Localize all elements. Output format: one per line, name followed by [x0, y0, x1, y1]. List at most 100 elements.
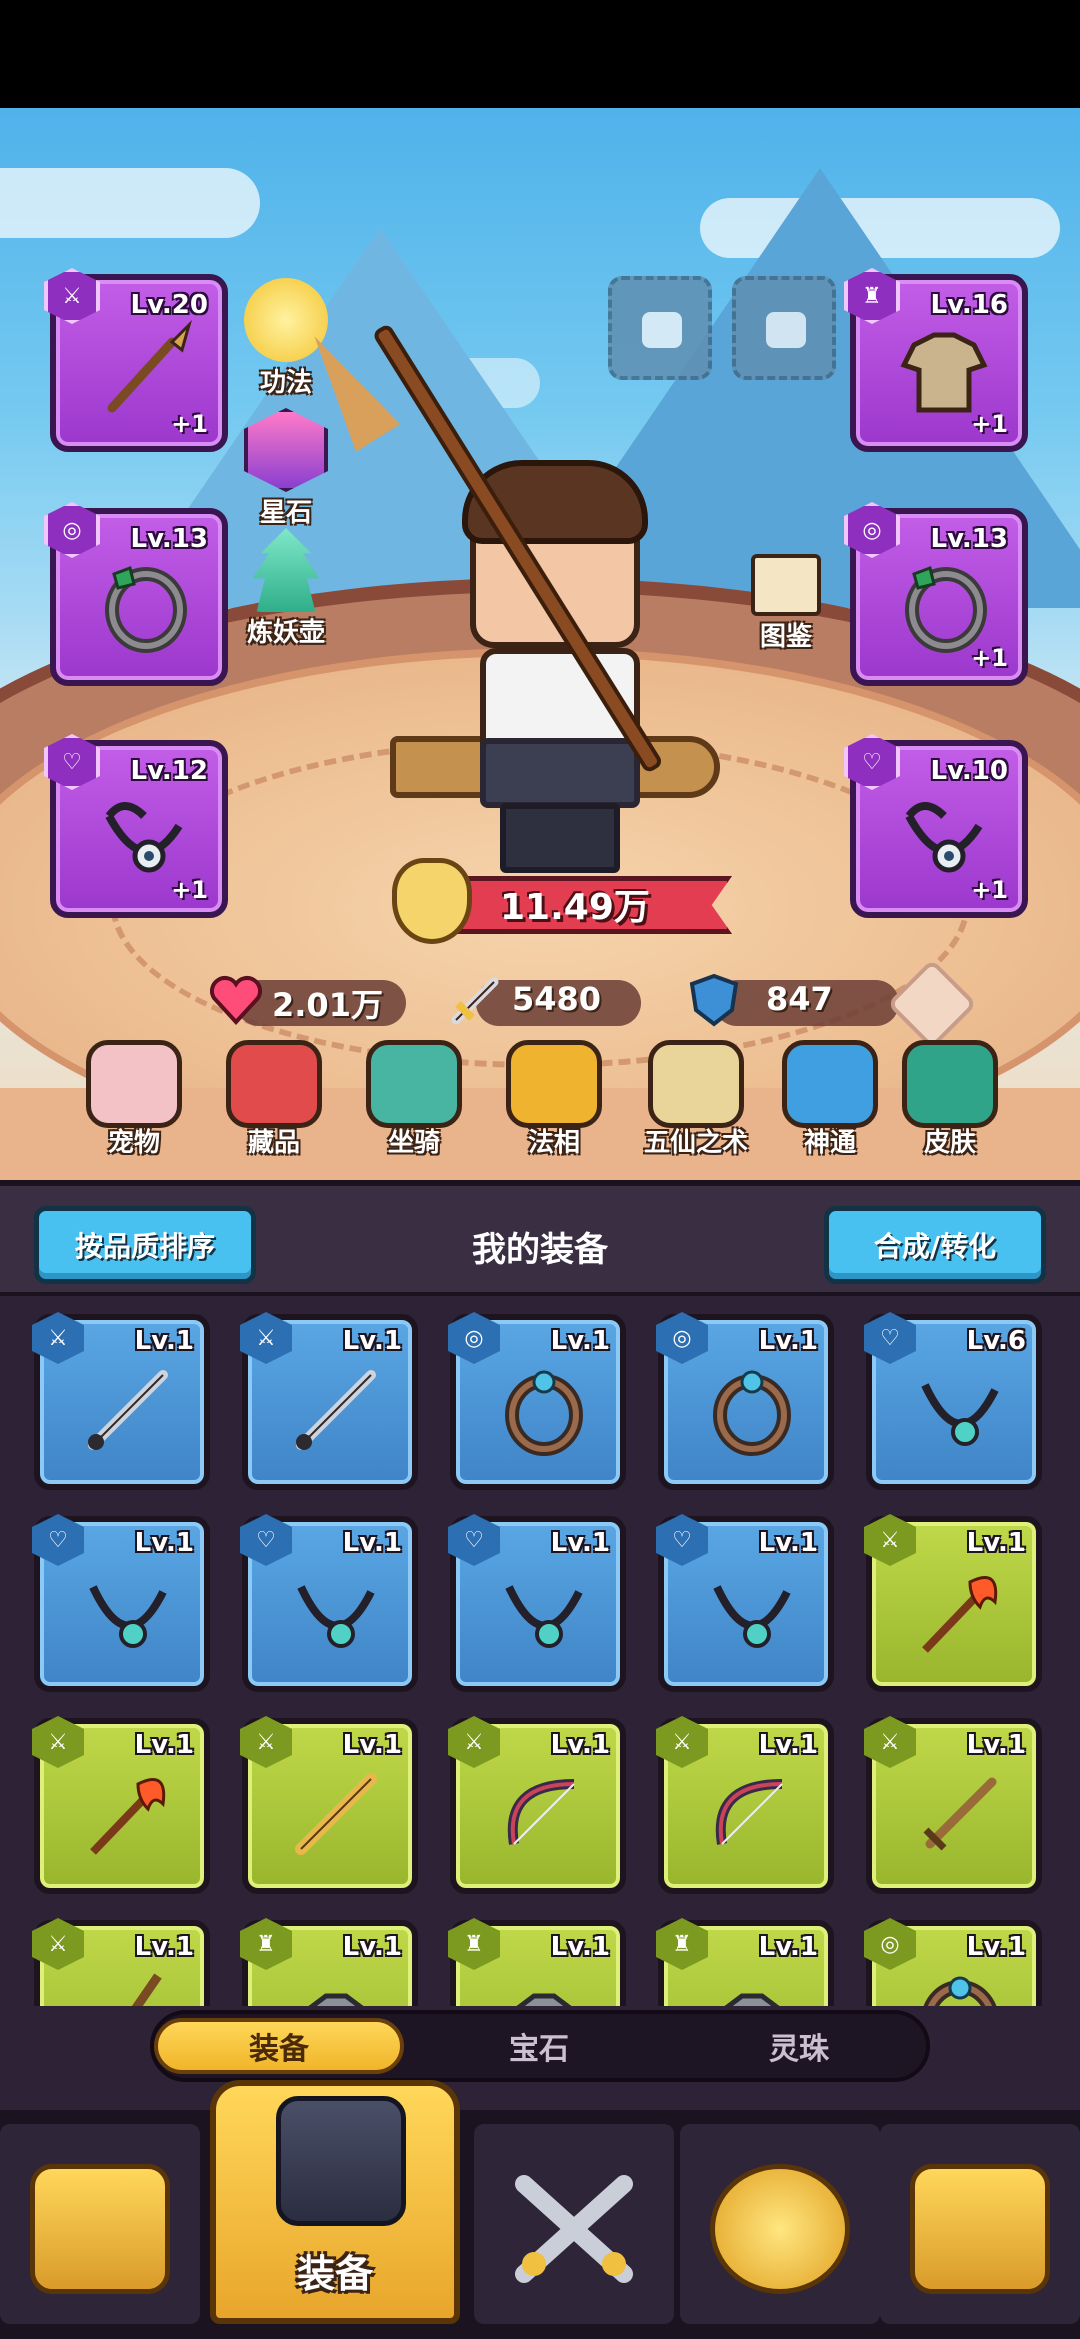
- star-stone-button[interactable]: 星石: [226, 408, 346, 529]
- quick-dharma[interactable]: 法相: [494, 1040, 614, 1159]
- star-stone-icon: [244, 408, 328, 492]
- inventory-item-flame-spear[interactable]: ⚔ Lv.1: [864, 1514, 1042, 1692]
- ring-icon: [105, 566, 187, 653]
- nav-shop[interactable]: [0, 2124, 200, 2324]
- pagoda-icon: [252, 528, 320, 612]
- inventory-item-flame-spear[interactable]: ⚔ Lv.1: [32, 1716, 210, 1894]
- necklace-icon: [297, 1585, 375, 1648]
- refine-pot-button[interactable]: 炼妖壶: [226, 528, 346, 649]
- inventory-item-ring[interactable]: ◎ Lv.1: [448, 1312, 626, 1490]
- book-icon: [751, 554, 821, 616]
- inventory-item-armor[interactable]: ♜ Lv.1: [240, 1918, 418, 2006]
- pet-icon: [86, 1040, 182, 1128]
- attack-value: 5480: [512, 980, 602, 1018]
- equip-slot-necklace[interactable]: ♡ Lv.12 +1: [44, 734, 228, 918]
- locked-chest-icon: [910, 2164, 1050, 2294]
- quick-five-immortals[interactable]: 五仙之术: [634, 1040, 758, 1159]
- nav-equipment[interactable]: 装备: [210, 2080, 460, 2324]
- equip-slot-weapon[interactable]: ⚔ Lv.20 +1: [44, 268, 228, 452]
- quick-divine-power[interactable]: 神通: [770, 1040, 890, 1159]
- slot-level: Lv.10: [930, 756, 1008, 786]
- synthesize-convert-button[interactable]: 合成/转化: [824, 1206, 1046, 1284]
- defense-stat: 847: [684, 970, 899, 1034]
- item-level: Lv.1: [134, 1528, 194, 1558]
- inventory-item-staff[interactable]: ⚔ Lv.1: [32, 1918, 210, 2006]
- inventory-item-necklace[interactable]: ♡ Lv.1: [240, 1514, 418, 1692]
- quick-collection[interactable]: 藏品: [214, 1040, 334, 1159]
- hero-character[interactable]: [440, 438, 700, 908]
- inventory-item-necklace[interactable]: ♡ Lv.6: [864, 1312, 1042, 1490]
- inventory-item-ring[interactable]: ◎ Lv.1: [656, 1312, 834, 1490]
- equip-slot-ring-2[interactable]: ◎ Lv.13 +1: [844, 502, 1028, 686]
- helmet-icon: [902, 1040, 998, 1128]
- equip-slot-armor[interactable]: ♜ Lv.16 +1: [844, 268, 1028, 452]
- quick-skin[interactable]: 皮肤: [890, 1040, 1010, 1159]
- tab-equipment[interactable]: 装备: [154, 2018, 404, 2074]
- panel-title: 我的装备: [472, 1230, 608, 1270]
- inventory-item-necklace[interactable]: ♡ Lv.1: [656, 1514, 834, 1692]
- inventory-item-sword[interactable]: ⚔ Lv.1: [32, 1312, 210, 1490]
- shield-icon: [689, 973, 739, 1027]
- tab-spirit-beads[interactable]: 灵珠: [674, 2018, 924, 2074]
- inventory-item-armor[interactable]: ♜ Lv.1: [656, 1918, 834, 2006]
- necklace-type-icon: ♡: [448, 1514, 500, 1566]
- golden-sword-type-icon: ⚔: [240, 1716, 292, 1768]
- inventory-item-armor[interactable]: ♜ Lv.1: [448, 1918, 626, 2006]
- flame-spear-icon: [90, 1778, 166, 1855]
- staff-type-icon: ⚔: [32, 1918, 84, 1970]
- robot-icon: [642, 312, 682, 348]
- necklace-type-icon: ♡: [656, 1514, 708, 1566]
- codex-button[interactable]: 图鉴: [726, 554, 846, 653]
- equip-slot-ring[interactable]: ◎ Lv.13: [44, 502, 228, 686]
- bow-type-icon: ⚔: [656, 1716, 708, 1768]
- upgrade-arrow-icon: [710, 2164, 850, 2294]
- locked-slot[interactable]: [608, 276, 712, 380]
- quick-label: 五仙之术: [643, 1128, 748, 1158]
- inventory-item-golden-sword[interactable]: ⚔ Lv.1: [240, 1716, 418, 1894]
- inventory-item-bow[interactable]: ⚔ Lv.1: [656, 1716, 834, 1894]
- inventory-item-sword[interactable]: ⚔ Lv.1: [240, 1312, 418, 1490]
- armor-type-icon: ♜: [656, 1918, 708, 1970]
- nav-upgrade[interactable]: [680, 2124, 880, 2324]
- sword-icon: [88, 1370, 168, 1450]
- spellbook-icon: [782, 1040, 878, 1128]
- robot-icon: [766, 312, 806, 348]
- helmet-equipment-icon: [276, 2096, 406, 2226]
- inventory-item-ring[interactable]: ◎ Lv.1: [864, 1918, 1042, 2006]
- inventory-item-necklace[interactable]: ♡ Lv.1: [448, 1514, 626, 1692]
- ring-icon: [505, 1370, 583, 1456]
- side-button-label: 图鉴: [759, 622, 812, 652]
- slot-plus: +1: [971, 410, 1008, 438]
- tab-gems[interactable]: 宝石: [414, 2018, 664, 2074]
- quick-pet[interactable]: 宠物: [74, 1040, 194, 1159]
- necklace-icon: [713, 1585, 791, 1648]
- panel-header: 按品质排序 我的装备 合成/转化: [0, 1186, 1080, 1296]
- ring-icon: ◎: [44, 502, 100, 558]
- sword-type-icon: ⚔: [32, 1312, 84, 1364]
- equip-slot-necklace-2[interactable]: ♡ Lv.10 +1: [844, 734, 1028, 918]
- item-level: Lv.1: [758, 1528, 818, 1558]
- locked-slot[interactable]: [732, 276, 836, 380]
- nav-battle[interactable]: [474, 2124, 674, 2324]
- necklace-type-icon: ♡: [240, 1514, 292, 1566]
- nav-equipment-label: 装备: [296, 2252, 373, 2296]
- crossed-swords-icon: [515, 2175, 633, 2283]
- slot-level: Lv.13: [930, 524, 1008, 554]
- golden-sword-icon: [295, 1773, 377, 1855]
- quick-label: 神通: [803, 1128, 856, 1158]
- quick-mount[interactable]: 坐骑: [354, 1040, 474, 1159]
- necklace-icon: [89, 1585, 167, 1648]
- inventory-item-wooden-sword[interactable]: ⚔ Lv.1: [864, 1716, 1042, 1894]
- defense-value: 847: [766, 980, 833, 1018]
- inventory-item-bow[interactable]: ⚔ Lv.1: [448, 1716, 626, 1894]
- flame-spear-type-icon: ⚔: [864, 1514, 916, 1566]
- inventory-grid[interactable]: ⚔ Lv.1 ⚔ Lv.1 ◎ Lv.1 ◎ Lv.1 ♡ Lv.6 ♡ Lv.1 ♡ Lv.1 ♡ Lv.1…: [0, 1296, 1080, 2006]
- inventory-item-necklace[interactable]: ♡ Lv.1: [32, 1514, 210, 1692]
- item-level: Lv.1: [966, 1528, 1026, 1558]
- equipment-panel: 按品质排序 我的装备 合成/转化 ⚔ Lv.1 ⚔ Lv.1 ◎ Lv.1 ◎ Lv.1 ♡ Lv…: [0, 1180, 1080, 2110]
- item-level: Lv.1: [134, 1730, 194, 1760]
- armor-icon: [516, 1993, 572, 2006]
- nav-chest[interactable]: [880, 2124, 1080, 2324]
- item-level: Lv.1: [342, 1326, 402, 1356]
- sort-by-quality-button[interactable]: 按品质排序: [34, 1206, 256, 1284]
